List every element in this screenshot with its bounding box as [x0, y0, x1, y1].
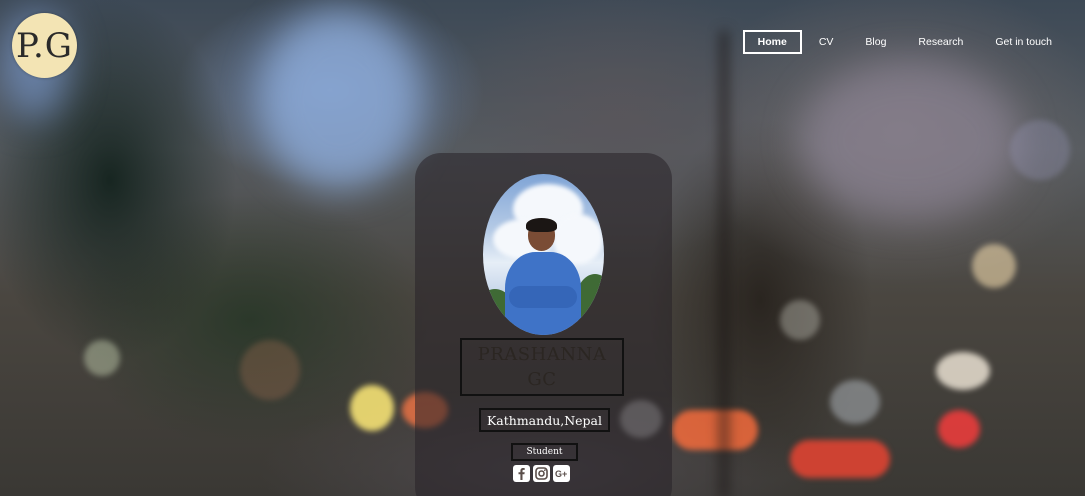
site-logo[interactable]: P.G — [12, 13, 77, 78]
nav-blog[interactable]: Blog — [850, 30, 901, 54]
instagram-icon[interactable] — [533, 465, 550, 482]
google-plus-icon[interactable]: G+ — [553, 465, 570, 482]
bokeh-light — [672, 410, 758, 450]
name-line-1: PRASHANNA — [477, 344, 607, 365]
name-line-2: GC — [527, 369, 557, 390]
bokeh-light — [972, 244, 1016, 288]
sky-patch — [260, 10, 420, 190]
social-links: G+ — [513, 465, 570, 482]
profile-photo — [483, 174, 604, 335]
bokeh-light — [84, 340, 120, 376]
top-navigation: Home CV Blog Research Get in touch — [741, 30, 1067, 54]
bokeh-light — [780, 300, 820, 340]
profile-role: Student — [511, 443, 578, 461]
bokeh-light — [1010, 120, 1070, 180]
nav-research[interactable]: Research — [903, 30, 978, 54]
bokeh-light — [830, 380, 880, 424]
logo-text: P.G — [16, 25, 73, 66]
profile-card: PRASHANNA GC Kathmandu,Nepal Student G+ — [415, 153, 672, 496]
profile-location: Kathmandu,Nepal — [479, 408, 610, 432]
nav-cv[interactable]: CV — [804, 30, 849, 54]
profile-name: PRASHANNA GC — [460, 338, 624, 396]
tree-trunk — [720, 30, 728, 496]
nav-home[interactable]: Home — [742, 30, 802, 54]
sky-patch — [800, 60, 1020, 220]
bokeh-light — [790, 440, 890, 478]
nav-get-in-touch[interactable]: Get in touch — [980, 30, 1067, 54]
bokeh-light — [938, 410, 980, 448]
bokeh-light — [240, 340, 300, 400]
facebook-icon[interactable] — [513, 465, 530, 482]
bokeh-light — [936, 352, 990, 390]
bokeh-light — [350, 385, 394, 431]
svg-text:G+: G+ — [555, 469, 567, 479]
